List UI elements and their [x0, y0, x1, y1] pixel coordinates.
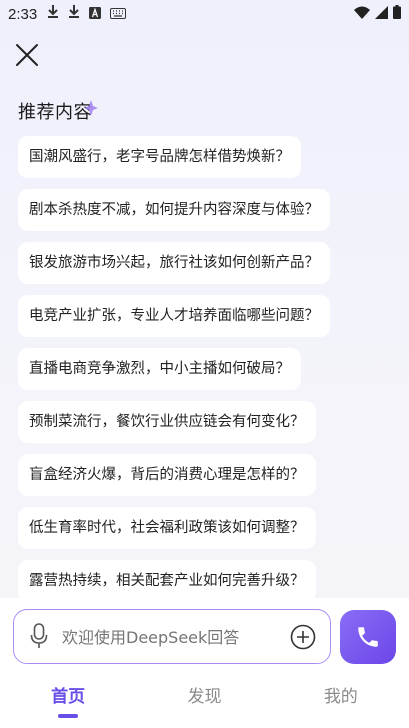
- plus-circle-icon[interactable]: [290, 624, 316, 654]
- status-system-icons: [354, 5, 401, 23]
- status-notification-icons: [47, 5, 127, 23]
- sparkle-icon: [84, 100, 98, 120]
- close-button[interactable]: [14, 42, 40, 68]
- recommendation-item[interactable]: 直播电商竞争激烈，中小主播如何破局？: [18, 348, 301, 390]
- phone-icon: [358, 627, 378, 647]
- bottom-tab-bar: 首页 发现 我的: [0, 672, 409, 728]
- recommendation-item[interactable]: 剧本杀热度不减，如何提升内容深度与体验？: [18, 189, 330, 231]
- recommendation-item[interactable]: 银发旅游市场兴起，旅行社该如何创新产品？: [18, 242, 330, 284]
- tab-mine-label: 我的: [323, 687, 358, 707]
- chat-input-box[interactable]: [13, 609, 331, 665]
- tab-mine[interactable]: 我的: [281, 672, 401, 707]
- download-icon: [47, 5, 59, 23]
- status-bar: 2:33: [0, 0, 409, 28]
- recommendation-item[interactable]: 露营热持续，相关配套产业如何完善升级？: [18, 560, 316, 602]
- voice-call-button[interactable]: [340, 610, 396, 664]
- recommendation-item[interactable]: 预制菜流行，餐饮行业供应链会有何变化？: [18, 401, 316, 443]
- signal-icon: [375, 5, 388, 23]
- keyboard-icon: [110, 5, 127, 23]
- status-time: 2:33: [8, 5, 38, 23]
- microphone-icon[interactable]: [30, 623, 48, 653]
- tab-home-label: 首页: [51, 687, 86, 707]
- recommendation-item[interactable]: 国潮风盛行，老字号品牌怎样借势焕新？: [18, 136, 301, 178]
- tab-discover-label: 发现: [187, 687, 222, 707]
- close-icon: [16, 44, 38, 66]
- tab-home[interactable]: 首页: [8, 672, 128, 718]
- recommendation-item[interactable]: 盲盒经济火爆，背后的消费心理是怎样的？: [18, 454, 316, 496]
- recommendation-item[interactable]: 电竞产业扩张，专业人才培养面临哪些问题？: [18, 295, 330, 337]
- recommendation-item[interactable]: 低生育率时代，社会福利政策该如何调整？: [18, 507, 316, 549]
- wifi-icon: [354, 5, 370, 23]
- tab-active-indicator: [58, 714, 79, 718]
- section-title: 推荐内容: [18, 102, 92, 123]
- tab-discover[interactable]: 发现: [144, 672, 264, 707]
- chat-input[interactable]: [62, 610, 282, 665]
- recommendation-list: 国潮风盛行，老字号品牌怎样借势焕新？ 剧本杀热度不减，如何提升内容深度与体验？ …: [18, 136, 398, 613]
- text-a-icon: [89, 5, 102, 23]
- download-icon: [68, 5, 80, 23]
- battery-icon: [393, 5, 401, 23]
